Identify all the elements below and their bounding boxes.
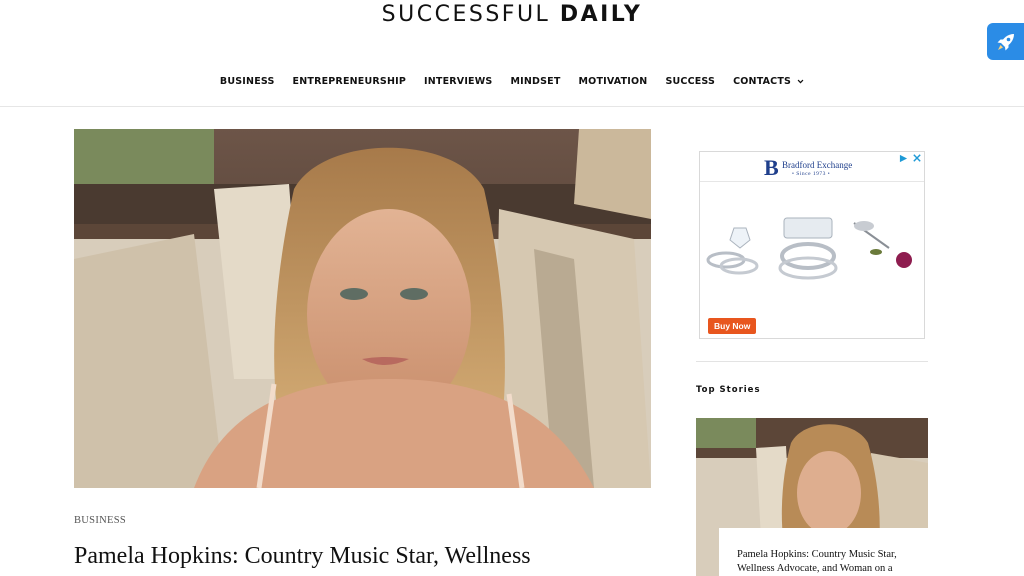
rocket-icon [997,33,1014,50]
ad-header: B Bradford Exchange • Since 1973 • [700,152,924,182]
top-story-title[interactable]: Pamela Hopkins: Country Music Star, Well… [737,548,923,575]
site-logo[interactable]: SUCCESSFUL DAILY [0,2,1024,27]
hero-photo [74,129,651,488]
close-icon[interactable] [913,154,921,162]
logo-bold-text: DAILY [559,2,643,27]
main-nav: BUSINESS ENTREPRENEURSHIP INTERVIEWS MIN… [0,76,1024,87]
rocket-button[interactable] [987,23,1024,60]
nav-entrepreneurship[interactable]: ENTREPRENEURSHIP [293,76,406,87]
article-hero-image[interactable] [74,129,651,488]
article-category[interactable]: BUSINESS [74,515,126,526]
logo-light-text: SUCCESSFUL [381,2,551,27]
ad-brand-since: • Since 1973 • [792,171,831,177]
nav-contacts[interactable]: CONTACTS [733,76,804,87]
nav-interviews[interactable]: INTERVIEWS [424,76,492,87]
nav-success[interactable]: SUCCESS [665,76,715,87]
ad-products-image [706,217,912,280]
chevron-down-icon [797,79,804,84]
ad-brand-initial: B [764,155,779,180]
nav-divider [0,106,1024,107]
ad-choices-icon[interactable] [899,154,908,163]
sidebar-ad[interactable]: B Bradford Exchange • Since 1973 • Buy N… [699,151,925,339]
buy-now-button[interactable]: Buy Now [708,318,757,334]
nav-business[interactable]: BUSINESS [220,76,275,87]
ad-choices [899,154,921,163]
nav-motivation[interactable]: MOTIVATION [579,76,648,87]
ad-brand-name: Bradford Exchange [782,160,853,170]
top-story-card[interactable]: Pamela Hopkins: Country Music Star, Well… [719,528,928,576]
article-headline[interactable]: Pamela Hopkins: Country Music Star, Well… [74,540,634,572]
sidebar-divider [696,361,928,362]
nav-mindset[interactable]: MINDSET [510,76,560,87]
top-stories-heading: Top Stories [696,385,761,395]
